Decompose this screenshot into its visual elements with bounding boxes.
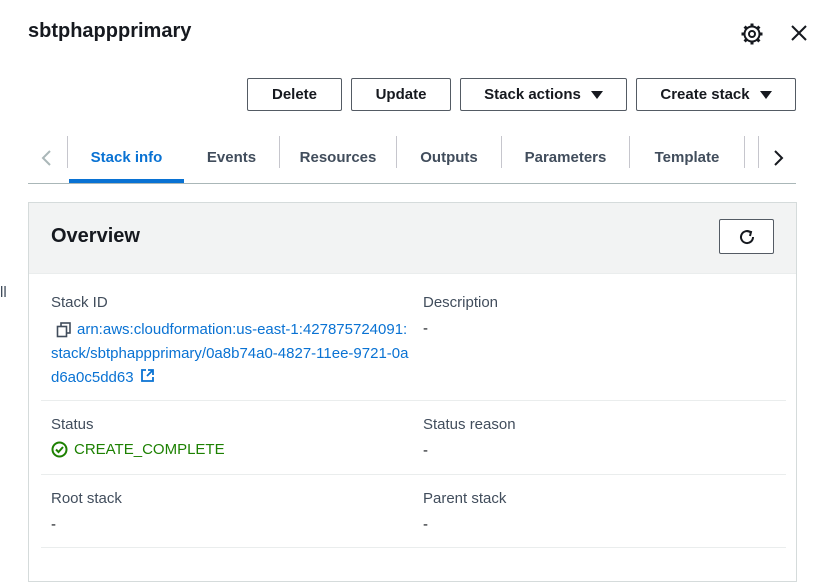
stack-id-link[interactable]: arn:aws:cloudformation:us-east-1:4278757… — [51, 318, 411, 390]
create-stack-label: Create stack — [660, 86, 750, 103]
stack-actions-label: Stack actions — [484, 86, 581, 103]
overview-panel: Overview Stack ID arn:aws:cloudformation… — [28, 202, 797, 582]
delete-button-label: Delete — [271, 86, 318, 103]
stack-id-value: arn:aws:cloudformation:us-east-1:4278757… — [51, 321, 409, 386]
chevron-right-icon[interactable] — [760, 132, 796, 183]
caret-down-icon — [759, 90, 772, 99]
stack-id-label: Stack ID — [51, 294, 108, 311]
tab-stack-info[interactable]: Stack info — [69, 132, 184, 183]
tab-divider — [67, 136, 68, 168]
gear-icon[interactable] — [740, 22, 764, 46]
stack-actions-button[interactable]: Stack actions — [460, 78, 627, 111]
root-stack-label: Root stack — [51, 490, 122, 507]
tab-outputs[interactable]: Outputs — [397, 132, 501, 183]
status-reason-value: - — [423, 442, 428, 459]
parent-stack-label: Parent stack — [423, 490, 507, 507]
update-button[interactable]: Update — [351, 78, 451, 111]
description-value: - — [423, 320, 428, 337]
close-icon[interactable] — [788, 22, 810, 44]
delete-button[interactable]: Delete — [247, 78, 342, 111]
overview-title: Overview — [51, 225, 140, 247]
tab-events[interactable]: Events — [184, 132, 279, 183]
tab-bar: Stack info Events Resources Outputs Para… — [28, 132, 796, 184]
active-tab-indicator — [69, 179, 184, 183]
success-check-icon — [51, 441, 68, 458]
update-button-label: Update — [375, 86, 427, 103]
parent-stack-value: - — [423, 516, 428, 533]
tab-divider — [744, 136, 745, 168]
overview-header: Overview — [29, 203, 796, 274]
description-label: Description — [423, 294, 499, 311]
chevron-left-icon[interactable] — [28, 132, 66, 183]
row-divider — [41, 400, 786, 401]
refresh-icon — [739, 229, 754, 244]
status-value: CREATE_COMPLETE — [74, 441, 225, 458]
row-divider — [41, 547, 786, 548]
create-stack-button[interactable]: Create stack — [636, 78, 796, 111]
tab-parameters[interactable]: Parameters — [502, 132, 629, 183]
refresh-button[interactable] — [719, 219, 774, 254]
status-label: Status — [51, 416, 94, 433]
row-divider — [41, 474, 786, 475]
status-reason-label: Status reason — [423, 416, 516, 433]
tab-resources[interactable]: Resources — [280, 132, 396, 183]
tab-template[interactable]: Template — [630, 132, 744, 183]
root-stack-value: - — [51, 516, 56, 533]
caret-down-icon — [590, 90, 603, 99]
external-link-icon — [140, 369, 154, 382]
status-indicator: CREATE_COMPLETE — [51, 441, 225, 458]
partial-edge-glyph: ll — [0, 284, 7, 301]
page-title: sbtphappprimary — [28, 20, 192, 42]
tab-divider — [758, 136, 759, 168]
